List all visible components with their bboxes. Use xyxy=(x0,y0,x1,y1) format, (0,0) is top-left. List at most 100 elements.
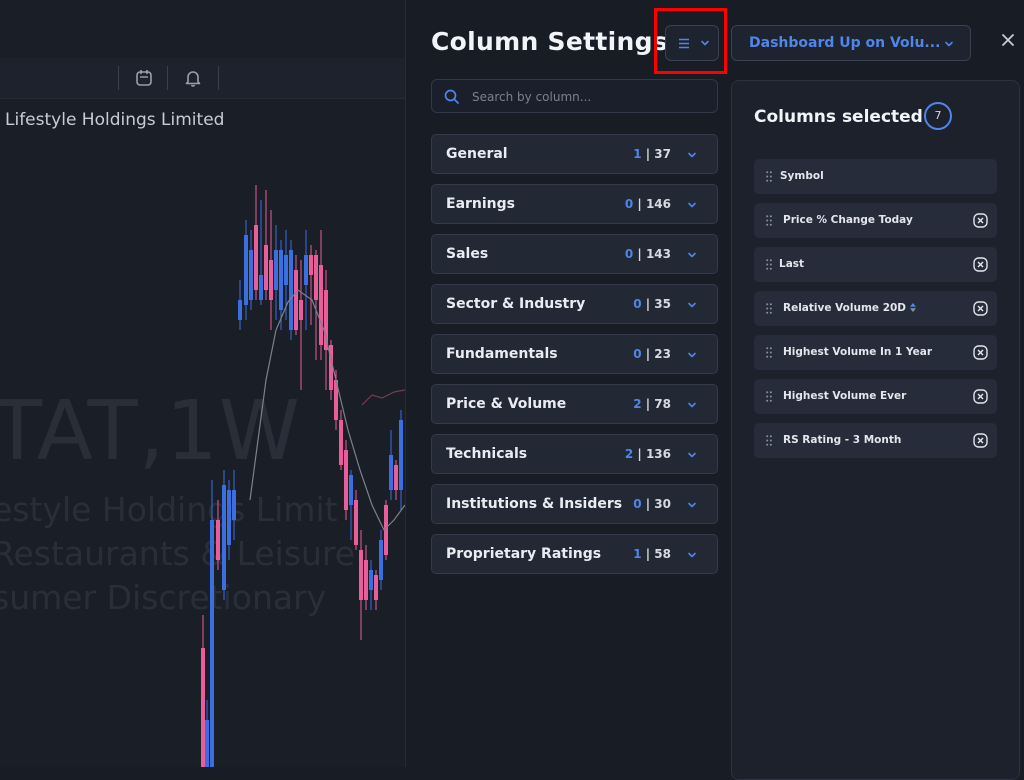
selected-column-label-text: Relative Volume 20D xyxy=(783,302,907,314)
category-fundamentals[interactable]: Fundamentals 0 | 23 xyxy=(431,334,718,374)
column-settings-panel: Column Settings Dashboard Up on Volu... … xyxy=(405,0,1024,780)
candle-body xyxy=(294,270,298,330)
drag-handle-icon[interactable] xyxy=(766,347,772,358)
category-sales[interactable]: Sales 0 | 143 xyxy=(431,234,718,274)
candle-body xyxy=(222,485,226,590)
candlestick xyxy=(299,260,303,390)
candlestick xyxy=(389,430,393,500)
selected-column-rs-rating-3-month[interactable]: RS Rating - 3 Month xyxy=(754,423,997,458)
category-name: Proprietary Ratings xyxy=(446,546,602,562)
candle-body xyxy=(394,465,398,490)
candle-body xyxy=(374,575,378,600)
category-earnings[interactable]: Earnings 0 | 146 xyxy=(431,184,718,224)
candle-body xyxy=(344,450,348,510)
candlestick xyxy=(274,225,278,320)
selected-column-price-change-today[interactable]: Price % Change Today xyxy=(754,203,997,238)
selected-column-relative-volume-20d[interactable]: Relative Volume 20D xyxy=(754,291,997,326)
candle-body xyxy=(339,420,343,465)
candlestick xyxy=(354,490,358,550)
candlestick xyxy=(259,200,263,305)
remove-column-icon[interactable] xyxy=(973,213,988,228)
drag-handle-icon[interactable] xyxy=(766,259,772,270)
remove-column-icon[interactable] xyxy=(973,433,988,448)
drag-handle-icon[interactable] xyxy=(766,215,772,226)
candlestick xyxy=(222,470,226,600)
candle-body xyxy=(354,500,358,545)
view-options-button[interactable] xyxy=(665,25,719,61)
drag-handle-icon[interactable] xyxy=(766,303,772,314)
search-input[interactable] xyxy=(470,80,714,114)
category-sector-industry[interactable]: Sector & Industry 0 | 35 xyxy=(431,284,718,324)
candlestick xyxy=(264,190,268,300)
category-name: Sector & Industry xyxy=(446,296,586,312)
category-total-count: 78 xyxy=(654,397,671,411)
candlestick xyxy=(319,230,323,360)
drag-handle-icon[interactable] xyxy=(766,435,772,446)
selected-column-symbol[interactable]: Symbol xyxy=(754,159,997,194)
candlestick xyxy=(304,230,308,330)
category-count: 0 | 23 xyxy=(633,347,671,361)
category-proprietary-ratings[interactable]: Proprietary Ratings 1 | 58 xyxy=(431,534,718,574)
sort-icon[interactable] xyxy=(910,303,917,312)
category-technicals[interactable]: Technicals 2 | 136 xyxy=(431,434,718,474)
selected-count-badge: 7 xyxy=(924,102,952,130)
candlestick xyxy=(238,280,242,330)
category-selected-count: 2 xyxy=(633,397,642,411)
category-total-count: 58 xyxy=(654,547,671,561)
selected-column-highest-volume-ever[interactable]: Highest Volume Ever xyxy=(754,379,997,414)
candlestick xyxy=(289,240,293,340)
search-icon xyxy=(444,89,459,104)
close-icon[interactable] xyxy=(998,30,1018,50)
category-name: Institutions & Insiders xyxy=(446,496,623,512)
candle-body xyxy=(249,250,253,300)
selected-column-last[interactable]: Last xyxy=(754,247,997,282)
candle-body xyxy=(399,420,403,490)
category-count: 0 | 143 xyxy=(624,247,671,261)
category-total-count: 23 xyxy=(654,347,671,361)
candlestick xyxy=(364,545,368,610)
candle-body xyxy=(364,560,368,600)
preset-dropdown[interactable]: Dashboard Up on Volu... xyxy=(731,25,971,61)
drag-handle-icon[interactable] xyxy=(766,171,772,182)
remove-column-icon[interactable] xyxy=(973,345,988,360)
category-count: 0 | 146 xyxy=(624,197,671,211)
remove-column-icon[interactable] xyxy=(973,257,988,272)
candlestick xyxy=(227,480,231,560)
candlestick xyxy=(374,570,378,610)
remove-column-icon[interactable] xyxy=(973,301,988,316)
candle-body xyxy=(389,455,393,490)
selected-columns-panel: Columns selected 7 Symbol Price % Change… xyxy=(731,80,1020,780)
candle-body xyxy=(254,225,258,290)
category-name: Fundamentals xyxy=(446,346,558,362)
drag-handle-icon[interactable] xyxy=(766,391,772,402)
candlestick xyxy=(249,230,253,310)
candlestick xyxy=(232,470,236,540)
candlestick xyxy=(339,410,343,470)
candlestick xyxy=(369,560,373,610)
candle-body xyxy=(201,648,205,767)
category-count: 0 | 30 xyxy=(633,497,671,511)
candlestick xyxy=(329,340,333,400)
candlestick xyxy=(379,530,383,590)
selected-column-label: Symbol xyxy=(780,170,824,182)
candlestick xyxy=(201,615,205,767)
selected-column-highest-volume-1-year[interactable]: Highest Volume In 1 Year xyxy=(754,335,997,370)
category-count: 1 | 58 xyxy=(633,547,671,561)
candlestick xyxy=(309,245,313,325)
candle-body xyxy=(319,265,323,345)
category-total-count: 136 xyxy=(645,447,671,461)
category-count: 2 | 78 xyxy=(633,397,671,411)
panel-title: Column Settings xyxy=(431,27,668,56)
candlestick-chart[interactable] xyxy=(0,0,405,767)
candle-body xyxy=(259,275,263,300)
category-institutions-insiders[interactable]: Institutions & Insiders 0 | 30 xyxy=(431,484,718,524)
candle-body xyxy=(349,475,353,505)
remove-column-icon[interactable] xyxy=(973,389,988,404)
category-name: Technicals xyxy=(446,446,528,462)
chevron-down-icon xyxy=(688,452,696,458)
candle-body xyxy=(279,250,283,310)
category-price-volume[interactable]: Price & Volume 2 | 78 xyxy=(431,384,718,424)
preset-label: Dashboard Up on Volu... xyxy=(749,35,941,51)
chevron-down-icon xyxy=(688,552,696,558)
category-general[interactable]: General 1 | 37 xyxy=(431,134,718,174)
